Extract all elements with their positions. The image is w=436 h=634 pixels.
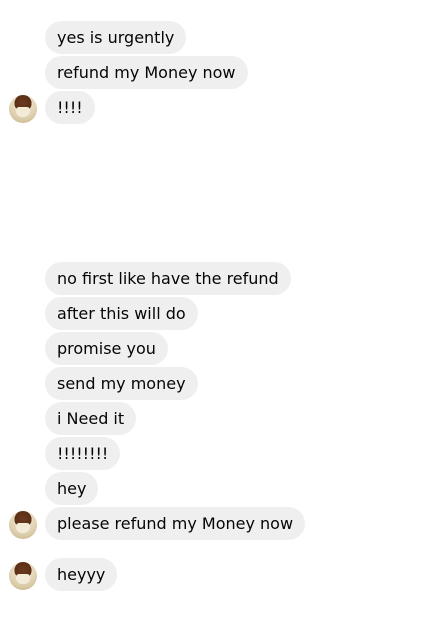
message-bubble[interactable]: no first like have the refund — [45, 262, 291, 295]
message-bubble[interactable]: !!!!!!!! — [45, 437, 121, 470]
message-bubble[interactable]: yes is urgently — [45, 21, 187, 54]
message-bubble[interactable]: hey — [45, 472, 99, 505]
message-bubble[interactable]: please refund my Money now — [45, 507, 306, 540]
avatar-cup-icon — [16, 574, 30, 584]
message-bubble[interactable]: heyyy — [45, 558, 118, 591]
avatar-cup-icon — [16, 523, 30, 533]
message-bubble[interactable]: send my money — [45, 367, 198, 400]
message-bubble[interactable]: refund my Money now — [45, 56, 248, 89]
avatar-cup-icon — [16, 107, 30, 117]
message-bubble[interactable]: !!!! — [45, 91, 95, 124]
message-bubble[interactable]: after this will do — [45, 297, 198, 330]
sender-avatar[interactable] — [9, 562, 37, 590]
sender-avatar[interactable] — [9, 95, 37, 123]
sender-avatar[interactable] — [9, 511, 37, 539]
message-bubble[interactable]: promise you — [45, 332, 168, 365]
message-bubble[interactable]: i Need it — [45, 402, 137, 435]
